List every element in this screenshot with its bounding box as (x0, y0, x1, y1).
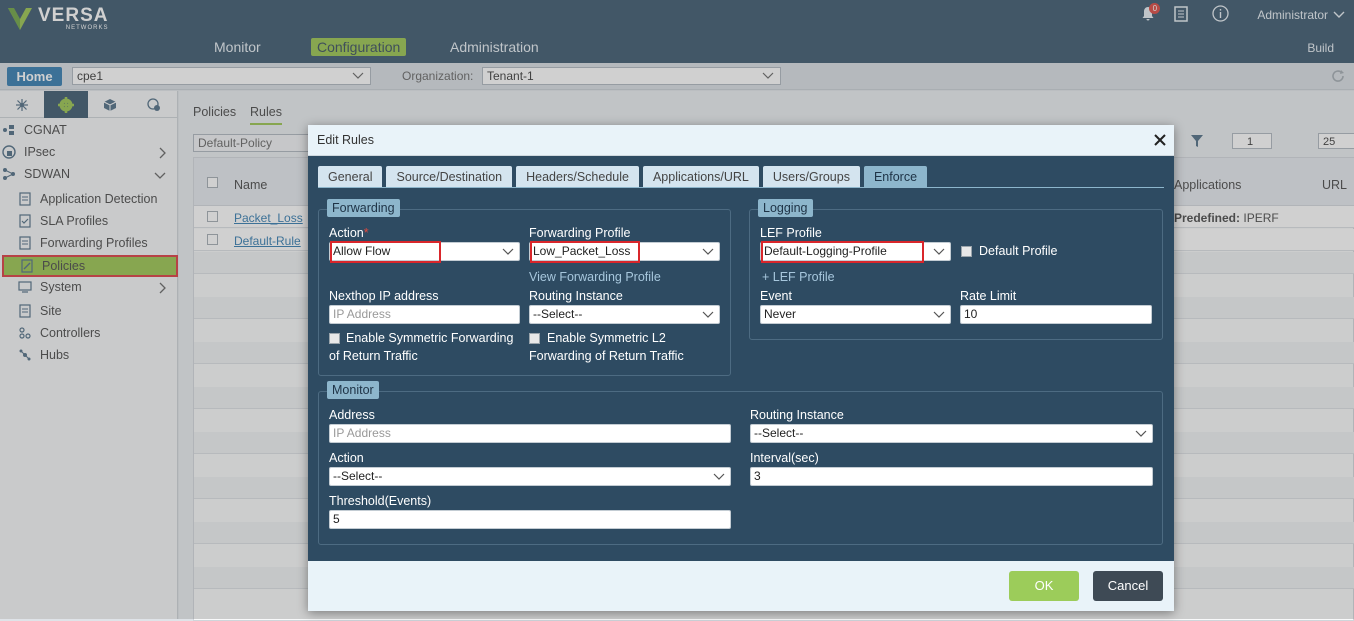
monitor-action-select[interactable]: --Select-- (329, 467, 731, 486)
nexthop-label: Nexthop IP address (329, 289, 439, 303)
add-lef-profile-link[interactable]: + LEF Profile (762, 270, 835, 284)
monitor-section: Monitor Address IP Address Routing Insta… (318, 381, 1163, 545)
cancel-button[interactable]: Cancel (1093, 571, 1163, 601)
routing-instance-value: --Select-- (533, 307, 583, 321)
chevron-down-icon (933, 311, 945, 318)
monitor-routing-instance-value: --Select-- (754, 426, 804, 440)
forwarding-profile-label: Forwarding Profile (529, 226, 631, 240)
routing-instance-select[interactable]: --Select-- (529, 305, 720, 324)
chevron-down-icon (1135, 430, 1147, 437)
event-value: Never (764, 307, 797, 321)
monitor-action-value: --Select-- (333, 469, 383, 483)
dialog-footer: OK Cancel (308, 561, 1174, 611)
event-label: Event (760, 289, 792, 303)
interval-input[interactable]: 3 (750, 467, 1153, 486)
highlight-box (530, 241, 640, 263)
monitor-routing-instance-select[interactable]: --Select-- (750, 424, 1153, 443)
highlight-box (761, 241, 924, 263)
logging-section: Logging LEF Profile Default-Logging-Prof… (749, 199, 1163, 340)
monitor-routing-instance-label: Routing Instance (750, 408, 844, 422)
default-profile-label: Default Profile (979, 244, 1058, 258)
dialog-title: Edit Rules (317, 133, 374, 147)
action-label: Action* (329, 226, 369, 240)
tab-general[interactable]: General (318, 166, 383, 187)
lef-profile-label: LEF Profile (760, 226, 822, 240)
symmetric-forwarding-label-1: Enable Symmetric Forwarding (346, 331, 514, 345)
tab-headers-schedule[interactable]: Headers/Schedule (516, 166, 639, 187)
address-input[interactable]: IP Address (329, 424, 731, 443)
monitor-action-label: Action (329, 451, 364, 465)
nexthop-input[interactable]: IP Address (329, 305, 520, 324)
symmetric-forwarding-checkbox[interactable] (329, 333, 340, 344)
symmetric-forwarding-label-2: of Return Traffic (329, 349, 418, 363)
monitor-legend: Monitor (327, 381, 379, 399)
close-icon (1154, 134, 1166, 146)
logging-legend: Logging (758, 199, 813, 217)
threshold-label: Threshold(Events) (329, 494, 432, 508)
symmetric-l2-label-1: Enable Symmetric L2 (547, 331, 666, 345)
action-label-text: Action (329, 226, 364, 240)
close-button[interactable] (1154, 132, 1166, 149)
tab-source-destination[interactable]: Source/Destination (386, 166, 513, 187)
symmetric-l2-label-2: Forwarding of Return Traffic (529, 349, 684, 363)
interval-label: Interval(sec) (750, 451, 819, 465)
threshold-value: 5 (333, 512, 340, 526)
rate-limit-label: Rate Limit (960, 289, 1017, 303)
tab-applications-url[interactable]: Applications/URL (642, 166, 759, 187)
tab-divider (318, 187, 1164, 188)
routing-instance-label: Routing Instance (529, 289, 623, 303)
forwarding-legend: Forwarding (327, 199, 400, 217)
ok-button[interactable]: OK (1009, 571, 1079, 601)
threshold-input[interactable]: 5 (329, 510, 731, 529)
nexthop-placeholder: IP Address (333, 307, 391, 321)
rate-limit-value: 10 (964, 307, 978, 321)
required-marker: * (363, 226, 369, 240)
address-placeholder: IP Address (333, 426, 391, 440)
tab-users-groups[interactable]: Users/Groups (762, 166, 860, 187)
chevron-down-icon (702, 248, 714, 255)
forwarding-section: Forwarding Action* Allow Flow Forwarding… (318, 199, 731, 376)
chevron-down-icon (702, 311, 714, 318)
interval-value: 3 (754, 469, 761, 483)
chevron-down-icon (502, 248, 514, 255)
symmetric-l2-checkbox[interactable] (529, 333, 540, 344)
edit-rules-dialog: Edit Rules General Source/Destination He… (308, 125, 1174, 611)
view-forwarding-profile-link[interactable]: View Forwarding Profile (529, 270, 661, 284)
dialog-header: Edit Rules (308, 125, 1174, 156)
default-profile-checkbox[interactable] (961, 246, 972, 257)
chevron-down-icon (713, 473, 725, 480)
dialog-tabs: General Source/Destination Headers/Sched… (318, 166, 931, 187)
event-select[interactable]: Never (760, 305, 951, 324)
rate-limit-input[interactable]: 10 (960, 305, 1152, 324)
chevron-down-icon (933, 248, 945, 255)
tab-enforce[interactable]: Enforce (863, 166, 928, 187)
highlight-box (330, 241, 441, 263)
address-label: Address (329, 408, 375, 422)
